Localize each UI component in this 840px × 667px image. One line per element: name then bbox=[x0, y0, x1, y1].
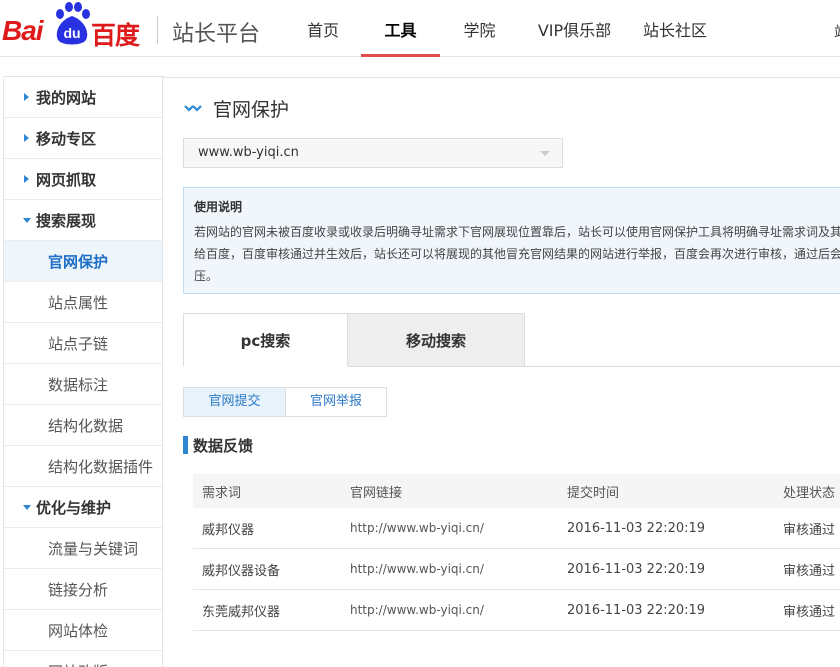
notice-line: 若网站的官网未被百度收录或收录后明确寻址需求下官网展现位置靠后，站长可以使用官网… bbox=[194, 225, 840, 239]
baidu-logo[interactable]: Bai du 百度 bbox=[2, 2, 142, 50]
sidebar-item-label: 移动专区 bbox=[36, 129, 97, 148]
sidebar-item-label: 我的网站 bbox=[36, 88, 97, 107]
column-header: 官网链接 bbox=[350, 485, 403, 501]
sidebar-item-site-revision[interactable]: 网站改版 bbox=[4, 651, 162, 667]
search-type-tabs: pc搜索 移动搜索 bbox=[183, 313, 840, 367]
sidebar-item-structured-data-plugin[interactable]: 结构化数据插件 bbox=[4, 446, 162, 487]
top-header: Bai du 百度 站长平台 首页 工具 学院 VIP俱乐部 站长社区 站 bbox=[0, 0, 840, 57]
page-title: 官网保护 bbox=[213, 98, 290, 121]
caret-right-icon bbox=[24, 134, 29, 142]
sidebar-item-label: 网页抓取 bbox=[36, 170, 97, 189]
table-header: 需求词 官网链接 提交时间 处理状态 bbox=[193, 474, 840, 508]
subtab-submit[interactable]: 官网提交 bbox=[183, 387, 286, 417]
site-select-value: www.wb-yiqi.cn bbox=[198, 145, 299, 160]
sidebar-item-label: 优化与维护 bbox=[36, 498, 112, 517]
sidebar-item-site-attributes[interactable]: 站点属性 bbox=[4, 282, 162, 323]
sidebar-group-my-sites[interactable]: 我的网站 bbox=[4, 77, 162, 118]
sidebar-group-optimize[interactable]: 优化与维护 bbox=[4, 487, 162, 528]
cell-url[interactable]: http://www.wb-yiqi.cn/ bbox=[350, 603, 484, 617]
feedback-table: 需求词 官网链接 提交时间 处理状态 威邦仪器 http://www.wb-yi… bbox=[193, 474, 840, 631]
sidebar-item-sitelinks[interactable]: 站点子链 bbox=[4, 323, 162, 364]
notice-line: 给百度，百度审核通过并生效后，站长还可以将展现的其他冒充官网结果的网站进行举报，… bbox=[194, 247, 840, 261]
cell-time: 2016-11-03 22:20:19 bbox=[567, 561, 706, 577]
cell-time: 2016-11-03 22:20:19 bbox=[567, 520, 706, 536]
notice-title: 使用说明 bbox=[194, 200, 243, 214]
nav-overflow-item[interactable]: 站 bbox=[834, 21, 840, 42]
sidebar-group-mobile[interactable]: 移动专区 bbox=[4, 118, 162, 159]
caret-right-icon bbox=[24, 93, 29, 101]
main-top-border bbox=[163, 77, 840, 78]
cell-keyword: 东莞威邦仪器 bbox=[202, 604, 281, 620]
tab-mobile-search[interactable]: 移动搜索 bbox=[347, 313, 525, 367]
nav-home[interactable]: 首页 bbox=[285, 0, 361, 57]
caret-right-icon bbox=[24, 175, 29, 183]
nav-community[interactable]: 站长社区 bbox=[630, 0, 720, 57]
sidebar-item-official-site-protection[interactable]: 官网保护 bbox=[4, 241, 162, 282]
chevron-down-icon bbox=[540, 151, 550, 156]
logo-text-bai: Bai bbox=[2, 15, 44, 46]
nav-academy[interactable]: 学院 bbox=[440, 0, 519, 57]
double-chevron-icon bbox=[184, 105, 202, 112]
nav-vip-club[interactable]: VIP俱乐部 bbox=[519, 0, 630, 57]
cell-url[interactable]: http://www.wb-yiqi.cn/ bbox=[350, 562, 484, 576]
action-subtabs: 官网提交 官网举报 bbox=[183, 387, 387, 417]
sidebar-item-traffic-keywords[interactable]: 流量与关键词 bbox=[4, 528, 162, 569]
logo-text-cn: 百度 bbox=[91, 21, 140, 50]
site-select[interactable]: www.wb-yiqi.cn bbox=[183, 138, 563, 168]
main-nav: 首页 工具 学院 VIP俱乐部 站长社区 bbox=[285, 0, 720, 57]
sidebar-item-label: 搜索展现 bbox=[36, 211, 97, 230]
tab-pc-search[interactable]: pc搜索 bbox=[183, 313, 348, 367]
section-title: 数据反馈 bbox=[193, 436, 254, 455]
column-header: 处理状态 bbox=[783, 485, 836, 501]
sidebar-item-link-analysis[interactable]: 链接分析 bbox=[4, 569, 162, 610]
header-divider bbox=[157, 16, 158, 44]
table-row: 威邦仪器 http://www.wb-yiqi.cn/ 2016-11-03 2… bbox=[193, 508, 840, 549]
subtab-report[interactable]: 官网举报 bbox=[286, 387, 387, 417]
cell-keyword: 威邦仪器 bbox=[202, 522, 255, 538]
site-title: 站长平台 bbox=[172, 22, 261, 47]
cell-status: 审核通过 bbox=[783, 604, 836, 620]
caret-down-icon bbox=[23, 218, 31, 223]
cell-status: 审核通过 bbox=[783, 563, 836, 579]
nav-tools[interactable]: 工具 bbox=[361, 0, 440, 57]
cell-url[interactable]: http://www.wb-yiqi.cn/ bbox=[350, 521, 484, 535]
cell-status: 审核通过 bbox=[783, 522, 836, 538]
cell-time: 2016-11-03 22:20:19 bbox=[567, 602, 706, 618]
logo-text-du: du bbox=[63, 25, 81, 41]
usage-notice: 使用说明 若网站的官网未被百度收录或收录后明确寻址需求下官网展现位置靠后，站长可… bbox=[183, 187, 840, 294]
table-row: 东莞威邦仪器 http://www.wb-yiqi.cn/ 2016-11-03… bbox=[193, 590, 840, 631]
column-header: 需求词 bbox=[202, 485, 242, 501]
section-header: 数据反馈 bbox=[183, 436, 254, 455]
notice-line: 压。 bbox=[194, 269, 219, 283]
sidebar-item-structured-data[interactable]: 结构化数据 bbox=[4, 405, 162, 446]
page-title-row: 官网保护 bbox=[183, 94, 289, 122]
sidebar: 我的网站 移动专区 网页抓取 搜索展现 官网保护 站点属性 站点子链 数据标注 … bbox=[3, 76, 164, 667]
table-row: 威邦仪器设备 http://www.wb-yiqi.cn/ 2016-11-03… bbox=[193, 549, 840, 590]
sidebar-group-crawl[interactable]: 网页抓取 bbox=[4, 159, 162, 200]
sidebar-item-data-markup[interactable]: 数据标注 bbox=[4, 364, 162, 405]
sidebar-group-search-display[interactable]: 搜索展现 bbox=[4, 200, 162, 241]
column-header: 提交时间 bbox=[567, 485, 620, 501]
sidebar-item-site-checkup[interactable]: 网站体检 bbox=[4, 610, 162, 651]
cell-keyword: 威邦仪器设备 bbox=[202, 563, 281, 579]
caret-down-icon bbox=[23, 505, 31, 510]
section-accent-bar bbox=[183, 436, 188, 454]
